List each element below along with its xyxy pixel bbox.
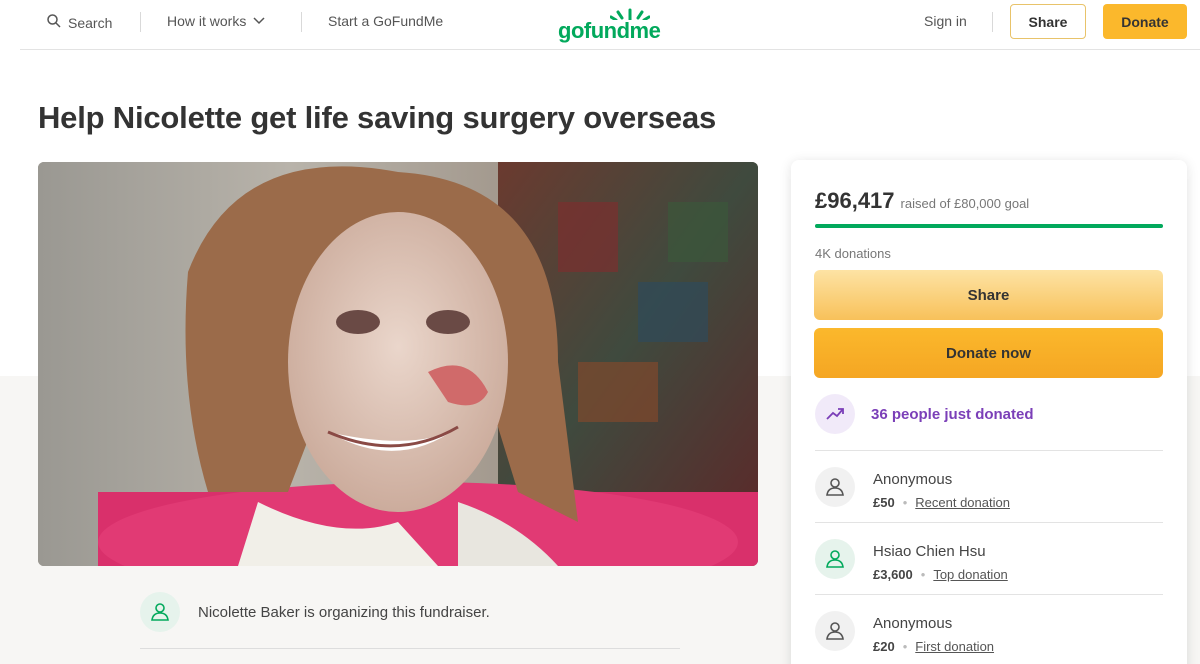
search-icon xyxy=(46,13,62,32)
donor-name: Anonymous xyxy=(873,471,953,488)
nav-divider xyxy=(301,12,302,32)
person-heart-icon xyxy=(815,611,855,651)
search-label: Search xyxy=(68,14,113,31)
donor-amount: £3,600 xyxy=(873,567,913,582)
dot-separator: • xyxy=(920,567,926,582)
organizer-row: Nicolette Baker is organizing this fundr… xyxy=(140,592,680,632)
donation-item: Anonymous £50 • Recent donation xyxy=(815,450,1163,522)
nav-divider xyxy=(140,12,141,32)
donate-button-header[interactable]: Donate xyxy=(1103,4,1187,39)
donation-item: Hsiao Chien Hsu £3,600 • Top donation xyxy=(815,522,1163,594)
raised-summary: £96,417 raised of £80,000 goal xyxy=(815,188,1029,214)
person-heart-icon xyxy=(140,592,180,632)
progress-fill xyxy=(815,224,1163,228)
share-button[interactable]: Share xyxy=(814,270,1163,320)
donation-tag-link[interactable]: Top donation xyxy=(933,567,1007,582)
recent-activity[interactable]: 36 people just donated xyxy=(815,394,1034,434)
donor-amount: £20 xyxy=(873,639,895,654)
dot-separator: • xyxy=(902,639,908,654)
search-nav[interactable]: Search xyxy=(46,13,112,32)
chevron-down-icon xyxy=(252,13,266,29)
donate-now-button[interactable]: Donate now xyxy=(814,328,1163,378)
donor-name: Anonymous xyxy=(873,615,953,632)
donor-meta: £20 • First donation xyxy=(873,639,994,654)
how-it-works-label: How it works xyxy=(167,13,247,29)
trending-up-icon xyxy=(815,394,855,434)
share-button-header[interactable]: Share xyxy=(1010,4,1086,39)
dot-separator: • xyxy=(902,495,908,510)
divider xyxy=(140,648,680,649)
top-nav: Search How it works Start a GoFundMe gof… xyxy=(20,0,1200,50)
campaign-photo-image xyxy=(38,162,758,566)
goal-text: raised of £80,000 goal xyxy=(900,196,1030,211)
start-gofundme-link[interactable]: Start a GoFundMe xyxy=(328,13,443,29)
campaign-title: Help Nicolette get life saving surgery o… xyxy=(38,100,717,135)
campaign-photo[interactable] xyxy=(38,162,758,566)
person-heart-icon xyxy=(815,467,855,507)
donation-tag-link[interactable]: First donation xyxy=(915,639,994,654)
start-gofundme-label: Start a GoFundMe xyxy=(328,13,444,29)
donor-meta: £50 • Recent donation xyxy=(873,495,1010,510)
person-heart-icon xyxy=(815,539,855,579)
donor-amount: £50 xyxy=(873,495,895,510)
donation-card: £96,417 raised of £80,000 goal 4K donati… xyxy=(791,160,1187,664)
raised-amount: £96,417 xyxy=(815,188,895,213)
sign-in-label: Sign in xyxy=(924,13,967,29)
donation-item: Anonymous £20 • First donation xyxy=(815,594,1163,664)
donor-name: Hsiao Chien Hsu xyxy=(873,543,986,560)
donations-count: 4K donations xyxy=(815,246,891,261)
logo-text: gofundme xyxy=(558,18,661,43)
gofundme-logo[interactable]: gofundme xyxy=(558,4,688,44)
how-it-works-menu[interactable]: How it works xyxy=(167,13,266,29)
sign-in-link[interactable]: Sign in xyxy=(924,13,967,29)
trend-text: 36 people just donated xyxy=(871,405,1034,423)
nav-divider xyxy=(992,12,993,32)
progress-bar xyxy=(815,224,1163,228)
donation-tag-link[interactable]: Recent donation xyxy=(915,495,1010,510)
organizer-text: Nicolette Baker is organizing this fundr… xyxy=(198,603,490,621)
donor-meta: £3,600 • Top donation xyxy=(873,567,1008,582)
